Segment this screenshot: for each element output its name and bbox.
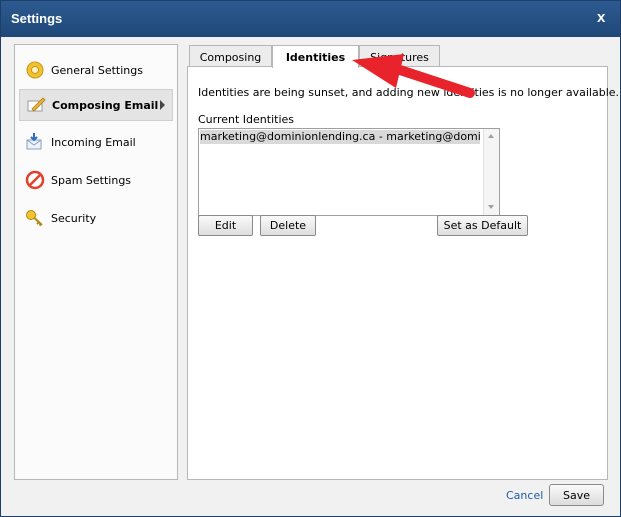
edit-button[interactable]: Edit (198, 215, 253, 236)
edit-button-label: Edit (214, 219, 237, 232)
save-button[interactable]: Save (549, 484, 604, 506)
tab-composing[interactable]: Composing (189, 45, 272, 67)
delete-button[interactable]: Delete (260, 215, 316, 236)
delete-button-label: Delete (269, 219, 307, 232)
tab-label: Signatures (370, 51, 429, 64)
incoming-mail-icon (26, 133, 42, 150)
scroll-down-icon[interactable] (488, 205, 494, 209)
compose-icon (27, 97, 46, 112)
sidebar-item-label: Spam Settings (51, 174, 132, 187)
no-entry-icon (25, 170, 45, 190)
set-as-default-button[interactable]: Set as Default (437, 215, 528, 236)
tab-identities[interactable]: Identities (272, 45, 359, 68)
cancel-link[interactable]: Cancel (506, 489, 543, 502)
tab-signatures[interactable]: Signatures (359, 45, 440, 67)
sidebar-item-security[interactable]: Security (19, 203, 173, 233)
sidebar-item-incoming-email[interactable]: Incoming Email (19, 127, 173, 157)
set-as-default-label: Set as Default (443, 219, 522, 232)
sidebar-item-label: Security (51, 212, 97, 225)
tab-label: Composing (199, 51, 262, 64)
listbox-scrollbar[interactable] (483, 129, 499, 215)
sidebar-item-composing-email[interactable]: Composing Email (19, 89, 173, 121)
gear-icon (26, 61, 44, 79)
sidebar-item-general-settings[interactable]: General Settings (19, 55, 173, 85)
identities-listbox[interactable]: marketing@dominionlending.ca - marketing… (198, 128, 500, 216)
key-icon (26, 210, 43, 227)
tab-label: Identities (285, 51, 346, 64)
save-button-label: Save (562, 489, 590, 502)
close-icon[interactable]: x (597, 9, 605, 26)
sunset-notice: Identities are being sunset, and adding … (198, 86, 620, 99)
sidebar-item-label: Incoming Email (51, 136, 136, 149)
settings-sidebar: General Settings Composing Email Incomin… (14, 44, 178, 480)
sidebar-item-label: Composing Email (52, 99, 159, 112)
sidebar-item-label: General Settings (51, 64, 143, 77)
scroll-up-icon[interactable] (488, 134, 494, 138)
sidebar-item-spam-settings[interactable]: Spam Settings (19, 165, 173, 195)
list-item[interactable]: marketing@dominionlending.ca - marketing… (200, 130, 480, 144)
chevron-right-icon (160, 100, 165, 110)
title-bar: Settings x (1, 1, 620, 37)
window-title: Settings (11, 11, 63, 26)
current-identities-label: Current Identities (198, 113, 295, 126)
